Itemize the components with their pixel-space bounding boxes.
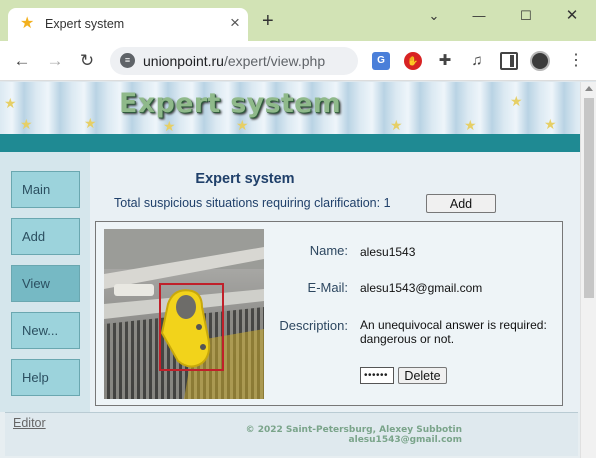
email-value: alesu1543@gmail.com bbox=[360, 281, 483, 295]
star-decoration: ★ bbox=[544, 116, 557, 132]
media-control-icon[interactable]: ♫ bbox=[468, 52, 486, 70]
star-icon: ★ bbox=[20, 15, 35, 32]
page-title: Expert system bbox=[195, 171, 295, 187]
name-value: alesu1543 bbox=[360, 245, 416, 259]
back-arrow-icon[interactable]: ← bbox=[11, 50, 33, 72]
avatar[interactable] bbox=[530, 51, 550, 71]
sidebar-item-main[interactable]: Main bbox=[11, 171, 80, 208]
copyright-line: © 2022 Saint-Petersburg, Alexey Subbotin bbox=[245, 425, 462, 435]
puzzle-icon[interactable]: ✚ bbox=[436, 52, 454, 70]
maximize-icon[interactable]: ☐ bbox=[512, 6, 540, 26]
situation-photo[interactable] bbox=[104, 229, 264, 399]
total-label: Total suspicious situations requiring cl… bbox=[114, 196, 381, 210]
add-button[interactable]: Add bbox=[426, 194, 496, 213]
forward-arrow-icon[interactable]: → bbox=[44, 50, 66, 72]
sidebar-item-add[interactable]: Add bbox=[11, 218, 80, 255]
kebab-menu-icon[interactable]: ⋮ bbox=[568, 50, 584, 72]
adblock-icon[interactable]: ✋ bbox=[404, 52, 422, 70]
editor-link[interactable]: Editor bbox=[13, 416, 46, 430]
url-text[interactable]: unionpoint.ru/expert/view.php bbox=[143, 53, 325, 69]
tab-title: Expert system bbox=[45, 17, 125, 31]
star-decoration: ★ bbox=[236, 117, 249, 133]
site-logo-title: Expert system bbox=[119, 88, 342, 119]
scroll-up-arrow-icon[interactable] bbox=[585, 86, 593, 91]
delete-button[interactable]: Delete bbox=[398, 367, 447, 384]
password-field[interactable]: •••••• bbox=[360, 367, 394, 384]
escalator-photo-graphic bbox=[104, 229, 264, 399]
description-label: Description: bbox=[279, 318, 348, 333]
star-decoration: ★ bbox=[464, 117, 477, 133]
site-banner: ★ ★ ★ ★ ★ ★ ★ ★ ★ Expert system bbox=[0, 82, 580, 134]
scrollbar-thumb[interactable] bbox=[584, 98, 594, 298]
description-value: An unequivocal answer is required: dange… bbox=[360, 318, 547, 346]
star-decoration: ★ bbox=[163, 118, 176, 134]
close-tab-icon[interactable]: × bbox=[230, 14, 240, 32]
email-label: E-Mail: bbox=[307, 280, 348, 295]
main-content: Expert system Total suspicious situation… bbox=[90, 152, 580, 412]
page-footer: Editor © 2022 Saint-Petersburg, Alexey S… bbox=[5, 412, 578, 456]
name-label: Name: bbox=[309, 243, 348, 258]
star-decoration: ★ bbox=[20, 116, 33, 132]
tune-icon[interactable]: ≡ bbox=[120, 53, 135, 68]
sidebar-nav: Main Add View New... Help bbox=[0, 152, 90, 412]
total-count-row: Total suspicious situations requiring cl… bbox=[114, 196, 391, 210]
browser-tab-strip: ★ Expert system × + ⌄ — ☐ ✕ bbox=[0, 0, 596, 41]
copyright-email: alesu1543@gmail.com bbox=[348, 435, 462, 445]
star-decoration: ★ bbox=[84, 115, 97, 131]
page-viewport: ★ ★ ★ ★ ★ ★ ★ ★ ★ Expert system Main Add… bbox=[0, 82, 580, 458]
tab-search-icon[interactable]: ⌄ bbox=[420, 6, 448, 26]
copyright-text: © 2022 Saint-Petersburg, Alexey Subbotin… bbox=[246, 425, 462, 445]
browser-toolbar: ← → ↻ ≡ unionpoint.ru/expert/view.php G … bbox=[0, 41, 596, 81]
star-decoration: ★ bbox=[4, 95, 17, 111]
sidebar-item-new[interactable]: New... bbox=[11, 312, 80, 349]
minimize-icon[interactable]: — bbox=[465, 6, 493, 26]
google-translate-icon[interactable]: G bbox=[372, 52, 390, 70]
star-decoration: ★ bbox=[510, 93, 523, 109]
address-bar[interactable]: ≡ unionpoint.ru/expert/view.php bbox=[110, 47, 358, 75]
sidebar-item-view[interactable]: View bbox=[11, 265, 80, 302]
new-tab-icon[interactable]: + bbox=[262, 11, 274, 31]
vertical-scrollbar[interactable] bbox=[580, 82, 596, 458]
reload-icon[interactable]: ↻ bbox=[76, 50, 98, 72]
browser-tab[interactable]: ★ Expert system × bbox=[8, 8, 248, 41]
side-panel-icon[interactable] bbox=[500, 52, 518, 70]
star-decoration: ★ bbox=[390, 117, 403, 133]
total-count: 1 bbox=[383, 196, 391, 210]
sidebar-item-help[interactable]: Help bbox=[11, 359, 80, 396]
header-divider-bar bbox=[0, 134, 580, 152]
close-window-icon[interactable]: ✕ bbox=[558, 6, 586, 26]
situation-card: Name: alesu1543 E-Mail: alesu1543@gmail.… bbox=[95, 221, 563, 406]
